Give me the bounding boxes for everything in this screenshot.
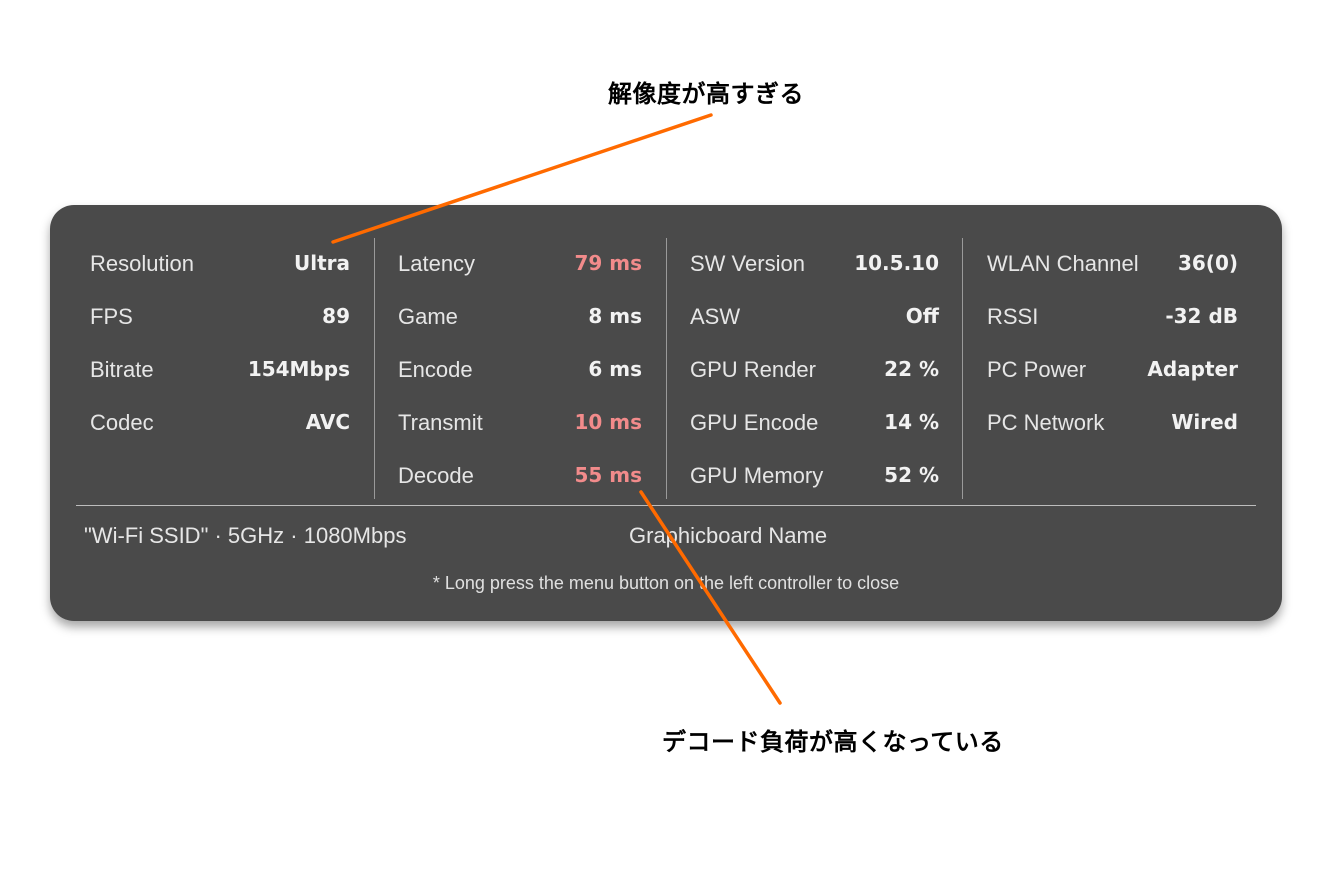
stat-label: Decode [398,463,474,488]
stat-label: RSSI [987,304,1039,329]
stat-label: GPU Encode [690,410,819,435]
stat-label: Game [398,304,458,329]
stats-column-latency: Latency 79 ms Game 8 ms Encode 6 ms Tran… [398,237,642,502]
stat-label: WLAN Channel [987,251,1139,276]
wifi-info: "Wi-Fi SSID" · 5GHz · 1080Mbps [84,523,407,548]
stat-label: Bitrate [90,357,154,382]
stat-value: Ultra [293,251,350,275]
stat-label: GPU Render [690,357,816,382]
stat-row-decode: Decode 55 ms [398,449,642,502]
stat-value: 22 % [884,357,939,381]
stat-label: GPU Memory [690,463,824,488]
stat-row-encode: Encode 6 ms [398,343,642,396]
stat-value: 52 % [884,463,939,487]
stat-value-warning: 79 ms [574,251,642,275]
column-divider [962,238,963,499]
stat-label: Codec [90,410,154,435]
stat-value: -32 dB [1165,304,1238,328]
stat-label: Encode [398,357,473,382]
stat-value: 14 % [884,410,939,434]
stat-row-sw-version: SW Version 10.5.10 [690,237,939,290]
stat-row-asw: ASW Off [690,290,939,343]
column-divider [666,238,667,499]
annotation-resolution-too-high: 解像度が高すぎる [608,80,804,108]
stats-column-gpu: SW Version 10.5.10 ASW Off GPU Render 22… [690,237,939,502]
stat-row-latency: Latency 79 ms [398,237,642,290]
gpu-name: Graphicboard Name [629,523,828,548]
stat-value: 6 ms [588,357,642,381]
stat-label: ASW [690,304,741,329]
stat-row-codec: Codec AVC [90,396,350,449]
stat-value: 89 [322,304,350,328]
column-divider [374,238,375,499]
close-hint: * Long press the menu button on the left… [432,573,900,593]
stat-value-warning: 10 ms [574,410,642,434]
stat-value-warning: 55 ms [574,463,642,487]
stat-row-gpu-encode: GPU Encode 14 % [690,396,939,449]
stat-row-gpu-render: GPU Render 22 % [690,343,939,396]
stat-label: SW Version [690,251,805,276]
stat-value: 8 ms [588,304,642,328]
stat-value: Wired [1171,410,1238,434]
stat-row-resolution: Resolution Ultra [90,237,350,290]
stat-row-gpu-memory: GPU Memory 52 % [690,449,939,502]
stat-value: 36(0) [1177,251,1238,275]
stat-label: Resolution [90,251,194,276]
stat-value: 10.5.10 [854,251,939,275]
annotation-decode-load-high: デコード負荷が高くなっている [662,728,1004,756]
stat-row-wlan-channel: WLAN Channel 36(0) [987,237,1238,290]
stat-label: FPS [90,304,133,329]
stat-value: Off [905,304,939,328]
stat-row-bitrate: Bitrate 154Mbps [90,343,350,396]
stat-row-pc-network: PC Network Wired [987,396,1238,449]
footer-divider [76,505,1256,506]
stats-column-stream: Resolution Ultra FPS 89 Bitrate 154Mbps … [90,237,350,449]
stat-label: Transmit [398,410,483,435]
stat-row-game: Game 8 ms [398,290,642,343]
stat-label: PC Power [987,357,1087,382]
stat-label: PC Network [987,410,1105,435]
stat-row-pc-power: PC Power Adapter [987,343,1238,396]
stat-value: 154Mbps [247,357,350,381]
stats-overlay-panel: Resolution Ultra FPS 89 Bitrate 154Mbps … [50,205,1282,621]
stats-column-network: WLAN Channel 36(0) RSSI -32 dB PC Power … [987,237,1238,449]
stat-row-fps: FPS 89 [90,290,350,343]
stat-row-transmit: Transmit 10 ms [398,396,642,449]
stat-row-rssi: RSSI -32 dB [987,290,1238,343]
stat-value: Adapter [1147,357,1238,381]
stat-value: AVC [305,410,350,434]
stat-label: Latency [398,251,476,276]
